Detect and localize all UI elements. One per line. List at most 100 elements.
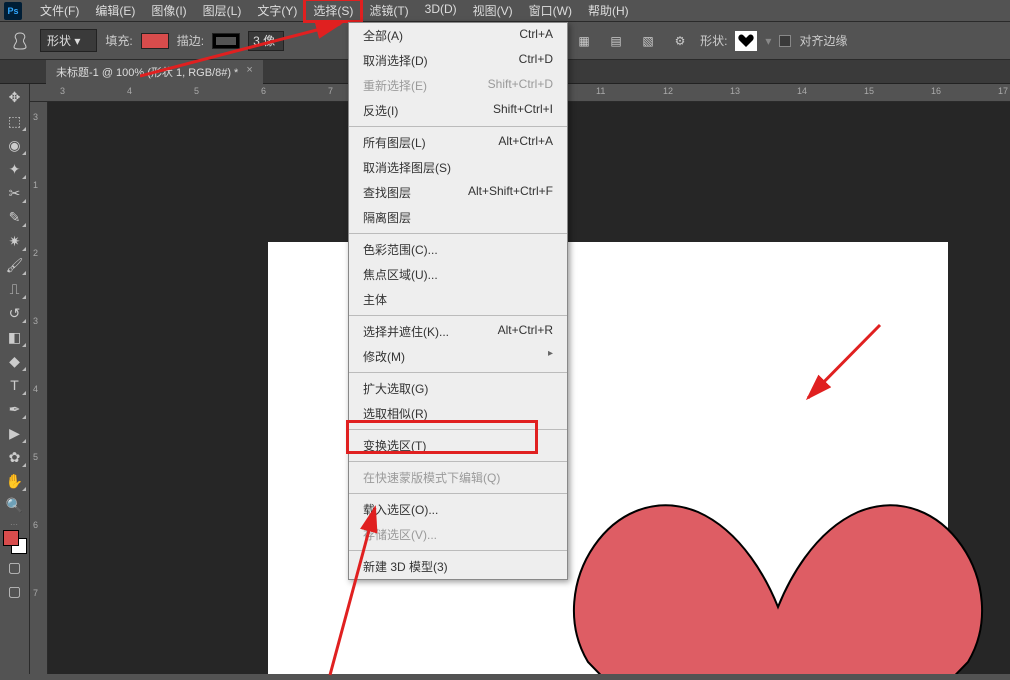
- menu-item[interactable]: 变换选区(T): [349, 433, 567, 458]
- shape-label: 形状:: [700, 32, 727, 49]
- heal-tool[interactable]: ✷: [3, 230, 27, 252]
- menu-separator: [349, 429, 567, 430]
- menu-item-shortcut: Alt+Ctrl+A: [498, 134, 553, 151]
- zoom-tool[interactable]: 🔍: [3, 494, 27, 516]
- menu-separator: [349, 126, 567, 127]
- menu-item-label: 所有图层(L): [363, 134, 426, 151]
- menu-item-label: 在快速蒙版模式下编辑(Q): [363, 469, 500, 486]
- menu-separator: [349, 372, 567, 373]
- menu-item-label: 焦点区域(U)...: [363, 266, 438, 283]
- menu-item[interactable]: 选择并遮住(K)... Alt+Ctrl+R: [349, 319, 567, 344]
- menu-item[interactable]: 全部(A)Ctrl+A: [349, 23, 567, 48]
- menu-item[interactable]: 焦点区域(U)...: [349, 262, 567, 287]
- menu-item[interactable]: 新建 3D 模型(3): [349, 554, 567, 579]
- menu-item-shortcut: Alt+Shift+Ctrl+F: [468, 184, 553, 201]
- align-icon[interactable]: ▤: [604, 29, 628, 53]
- menu-item[interactable]: 色彩范围(C)...: [349, 237, 567, 262]
- menu-4[interactable]: 文字(Y): [249, 0, 305, 21]
- lasso-tool[interactable]: ◉: [3, 134, 27, 156]
- menu-item-label: 载入选区(O)...: [363, 501, 438, 518]
- quickmask-icon[interactable]: ▢: [3, 556, 27, 578]
- menu-item[interactable]: 隔离图层: [349, 205, 567, 230]
- custom-shape-picker[interactable]: [735, 31, 757, 51]
- hand-tool[interactable]: ✋: [3, 470, 27, 492]
- menu-9[interactable]: 窗口(W): [521, 0, 580, 21]
- brush-tool[interactable]: 🖌: [3, 254, 27, 276]
- menu-0[interactable]: 文件(F): [32, 0, 87, 21]
- menu-item-shortcut: Alt+Ctrl+R: [498, 323, 553, 340]
- crop-tool[interactable]: ✂: [3, 182, 27, 204]
- gradient-tool[interactable]: ◆: [3, 350, 27, 372]
- move-tool[interactable]: ✥: [3, 86, 27, 108]
- left-toolbar: ✥⬚◉✦✂✎✷🖌⎍↺◧◆T✒▶✿✋🔍⋯▢▢: [0, 84, 30, 674]
- menu-item-label: 选取相似(R): [363, 405, 428, 422]
- menu-item[interactable]: 查找图层 Alt+Shift+Ctrl+F: [349, 180, 567, 205]
- menu-item[interactable]: 反选(I)Shift+Ctrl+I: [349, 98, 567, 123]
- document-tab[interactable]: 未标题-1 @ 100% (形状 1, RGB/8#) * ×: [46, 60, 263, 84]
- menu-item-label: 重新选择(E): [363, 77, 427, 94]
- close-tab-icon[interactable]: ×: [246, 64, 252, 80]
- menu-item[interactable]: 选取相似(R): [349, 401, 567, 426]
- marquee-tool[interactable]: ⬚: [3, 110, 27, 132]
- stamp-tool[interactable]: ⎍: [3, 278, 27, 300]
- menu-2[interactable]: 图像(I): [143, 0, 194, 21]
- menu-item[interactable]: 修改(M): [349, 344, 567, 369]
- menu-item-label: 主体: [363, 291, 387, 308]
- document-tab-title: 未标题-1 @ 100% (形状 1, RGB/8#) *: [56, 64, 238, 80]
- align-edges-checkbox[interactable]: [779, 35, 791, 47]
- fill-color-swatch[interactable]: [141, 33, 169, 49]
- history-tool[interactable]: ↺: [3, 302, 27, 324]
- shape-mode-select[interactable]: 形状 ▾: [40, 29, 97, 52]
- menu-1[interactable]: 编辑(E): [87, 0, 143, 21]
- tool-preset-icon[interactable]: [8, 29, 32, 53]
- menu-item-label: 变换选区(T): [363, 437, 426, 454]
- stroke-width-field[interactable]: 3 像: [248, 31, 284, 51]
- menu-item-label: 取消选择(D): [363, 52, 428, 69]
- color-swatches[interactable]: [3, 530, 27, 554]
- select-menu-dropdown: 全部(A)Ctrl+A取消选择(D)Ctrl+D 重新选择(E) Shift+Ctr…: [348, 22, 568, 580]
- menu-3[interactable]: 图层(L): [195, 0, 250, 21]
- menu-item[interactable]: 取消选择(D)Ctrl+D: [349, 48, 567, 73]
- menu-7[interactable]: 3D(D): [417, 0, 465, 21]
- menu-item[interactable]: 所有图层(L) Alt+Ctrl+A: [349, 130, 567, 155]
- eyedropper-tool[interactable]: ✎: [3, 206, 27, 228]
- menu-item: 在快速蒙版模式下编辑(Q): [349, 465, 567, 490]
- stroke-label: 描边:: [177, 32, 204, 49]
- type-tool[interactable]: T: [3, 374, 27, 396]
- heart-shape-layer[interactable]: [568, 492, 988, 674]
- align-edges-label: 对齐边缘: [799, 32, 847, 49]
- pen-tool[interactable]: ✒: [3, 398, 27, 420]
- menu-item-label: 色彩范围(C)...: [363, 241, 438, 258]
- menu-item-label: 扩大选取(G): [363, 380, 428, 397]
- ps-logo: Ps: [4, 2, 22, 20]
- menu-item-shortcut: Shift+Ctrl+D: [488, 77, 553, 94]
- menu-item-label: 选择并遮住(K)...: [363, 323, 449, 340]
- gear-icon[interactable]: ⚙: [668, 29, 692, 53]
- menu-8[interactable]: 视图(V): [465, 0, 521, 21]
- fill-label: 填充:: [105, 32, 132, 49]
- menu-item-shortcut: Shift+Ctrl+I: [493, 102, 553, 119]
- menu-item-label: 取消选择图层(S): [363, 159, 451, 176]
- menu-item-label: 新建 3D 模型(3): [363, 558, 448, 575]
- menu-separator: [349, 550, 567, 551]
- menu-separator: [349, 493, 567, 494]
- menu-item-label: 存储选区(V)...: [363, 526, 437, 543]
- eraser-tool[interactable]: ◧: [3, 326, 27, 348]
- menu-item-label: 全部(A): [363, 27, 403, 44]
- screenmode-icon[interactable]: ▢: [3, 580, 27, 602]
- quickselect-tool[interactable]: ✦: [3, 158, 27, 180]
- path-op-icon[interactable]: ▦: [572, 29, 596, 53]
- menu-item[interactable]: 主体: [349, 287, 567, 312]
- menu-item[interactable]: 载入选区(O)...: [349, 497, 567, 522]
- stroke-color-swatch[interactable]: [212, 33, 240, 49]
- menu-10[interactable]: 帮助(H): [580, 0, 637, 21]
- shape-tool[interactable]: ✿: [3, 446, 27, 468]
- arrange-icon[interactable]: ▧: [636, 29, 660, 53]
- path-tool[interactable]: ▶: [3, 422, 27, 444]
- menu-item-label: 查找图层: [363, 184, 411, 201]
- menu-item[interactable]: 扩大选取(G): [349, 376, 567, 401]
- menu-item-label: 隔离图层: [363, 209, 411, 226]
- menu-6[interactable]: 滤镜(T): [361, 0, 416, 21]
- menu-item[interactable]: 取消选择图层(S): [349, 155, 567, 180]
- menu-5[interactable]: 选择(S): [305, 0, 361, 21]
